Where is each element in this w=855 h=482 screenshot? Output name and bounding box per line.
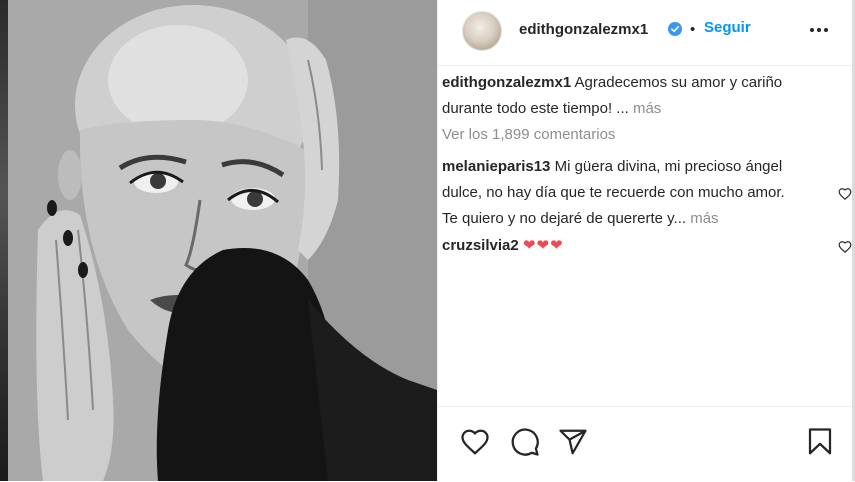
header-separator: • xyxy=(690,21,696,38)
caption-more-link[interactable]: más xyxy=(633,100,661,117)
view-all-comments-link[interactable]: Ver los 1,899 comentarios xyxy=(442,126,615,143)
comment-username[interactable]: melanieparis13 xyxy=(442,158,550,175)
comment-text-line2: dulce, no hay día que te recuerde con mu… xyxy=(442,184,785,201)
list-item: cruzsilvia2 ❤❤❤ xyxy=(442,233,832,259)
header-username[interactable]: edithgonzalezmx1 xyxy=(519,21,648,38)
post-photo[interactable] xyxy=(8,0,437,481)
more-options-icon[interactable] xyxy=(809,21,829,39)
comment-like-heart-icon[interactable] xyxy=(838,240,852,254)
heart-icon[interactable] xyxy=(460,427,490,457)
avatar[interactable] xyxy=(462,11,502,51)
comment-text-line3: Te quiero y no dejaré de quererte y... xyxy=(442,210,687,227)
caption-text-line1: Agradecemos su amor y cariño xyxy=(574,74,783,91)
comment-icon[interactable] xyxy=(510,427,540,457)
comment-more-link[interactable]: más xyxy=(690,210,718,227)
portrait-illustration xyxy=(8,0,437,481)
follow-button[interactable]: Seguir xyxy=(704,19,751,36)
post-header: edithgonzalezmx1 • Seguir xyxy=(438,0,855,66)
post-photo-container xyxy=(0,0,437,481)
comment-text: ❤❤❤ xyxy=(522,237,564,254)
post-detail-panel: edithgonzalezmx1 • Seguir edithgonzalezm… xyxy=(437,0,855,481)
verified-badge-icon xyxy=(668,22,682,36)
comment-username[interactable]: cruzsilvia2 xyxy=(442,237,519,254)
comment-text-line1: Mi güera divina, mi precioso ángel xyxy=(554,158,783,175)
comment-like-heart-icon[interactable] xyxy=(838,187,852,201)
list-item: melanieparis13 Mi güera divina, mi preci… xyxy=(442,154,832,232)
bookmark-icon[interactable] xyxy=(805,427,835,457)
share-icon[interactable] xyxy=(558,427,588,457)
post-caption: edithgonzalezmx1 Agradecemos su amor y c… xyxy=(442,70,832,122)
caption-text-line2: durante todo este tiempo! ... xyxy=(442,100,629,117)
photo-edge xyxy=(0,0,8,481)
comments-list: edithgonzalezmx1 Agradecemos su amor y c… xyxy=(438,66,855,406)
caption-username[interactable]: edithgonzalezmx1 xyxy=(442,74,571,91)
action-bar xyxy=(438,406,855,482)
